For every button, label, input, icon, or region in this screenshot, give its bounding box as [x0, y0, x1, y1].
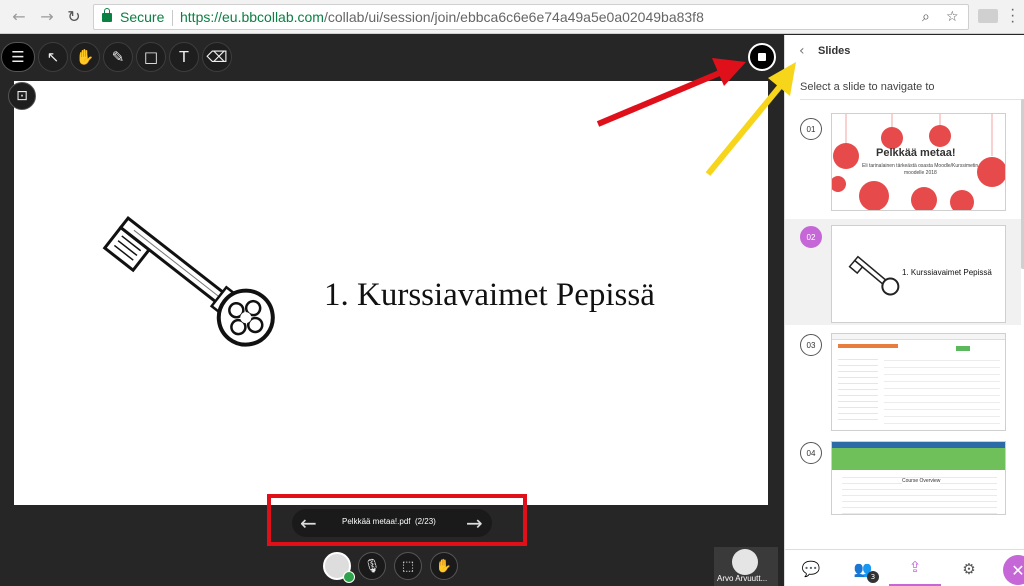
share-content-tab-icon[interactable]: ⇪	[889, 550, 941, 586]
url-path: /collab/ui/session/join/ebbca6c6e6e74a49…	[323, 9, 704, 25]
thumb-heading: Course Overview	[902, 478, 941, 484]
browser-menu-icon[interactable]: · · ·	[1010, 2, 1015, 30]
attendees-tab-icon[interactable]: 👥 3	[837, 550, 889, 586]
slide-list-item[interactable]: 04 Course Overview	[785, 435, 1021, 541]
participant-name: Arvo Arvuutt...	[717, 574, 768, 583]
stop-sharing-button[interactable]	[748, 43, 776, 71]
panel-tab-bar: 💬 👥 3 ⇪ ⚙ ✕	[785, 549, 1024, 586]
thumb-topbar	[832, 334, 1005, 340]
slide-thumbnail[interactable]: Pelkkää metaa! Eli tarinalainen tärkeäst…	[831, 113, 1006, 211]
url-divider	[172, 10, 173, 26]
key-illustration	[102, 215, 275, 347]
thumb-sidebar	[838, 354, 878, 424]
pan-hand-icon[interactable]: ✋	[70, 42, 100, 72]
reload-icon[interactable]: ↻	[63, 6, 85, 28]
address-bar[interactable]: Secure https://eu.bbcollab.com/collab/ui…	[93, 4, 969, 30]
slide-pager: ← Pelkkää metaa!.pdf (2/23) →	[292, 509, 492, 537]
camera-off-icon[interactable]: ⬚	[394, 552, 422, 580]
divider	[800, 99, 1022, 100]
pager-label: Pelkkää metaa!.pdf (2/23)	[342, 517, 436, 526]
bookmark-star-icon[interactable]: ☆	[946, 9, 959, 25]
page: ← → ↻ Secure https://eu.bbcollab.com/col…	[0, 0, 1024, 586]
select-pointer-icon[interactable]: ↖	[38, 42, 68, 72]
slide-number: 01	[800, 118, 822, 140]
secure-label: Secure	[120, 9, 165, 25]
settings-gear-icon[interactable]: ⚙	[943, 550, 995, 586]
thumb-heading: Pelkkää metaa!	[876, 147, 956, 159]
browser-toolbar: ← → ↻ Secure https://eu.bbcollab.com/col…	[0, 0, 1024, 34]
file-name: Pelkkää metaa!.pdf	[342, 517, 411, 526]
close-panel-icon[interactable]: ✕	[1003, 555, 1024, 585]
slide-list-item[interactable]: 03	[785, 327, 1021, 433]
chat-tab-icon[interactable]: 💬	[785, 550, 837, 586]
back-chevron-icon[interactable]: ‹	[799, 43, 805, 59]
shape-rectangle-icon[interactable]: □	[136, 42, 166, 72]
next-slide-arrow-icon[interactable]: →	[466, 511, 483, 535]
session-menu-icon[interactable]: ☰	[1, 42, 35, 72]
eraser-icon[interactable]: ⌫	[202, 42, 232, 72]
presentation-stage: ☰ ↖ ✋ ✎ □ T ⌫ ⊡ 1. Kurssiavaimet Pepissä…	[0, 35, 784, 586]
slide-thumbnail[interactable]: 1. Kurssiavaimet Pepissä	[831, 225, 1006, 323]
slide-thumbnail[interactable]	[831, 333, 1006, 431]
previous-slide-arrow-icon[interactable]: ←	[300, 511, 317, 535]
forward-arrow-icon[interactable]: →	[36, 6, 58, 28]
thumb-subheading: Eli tarinalainen tärkeästä osasta Moodle…	[862, 163, 979, 169]
thumb-subheading-2: moodelle 2018	[904, 170, 937, 176]
url-host: https://eu.bbcollab.com	[180, 9, 324, 25]
extension-icon[interactable]	[978, 9, 998, 23]
stop-icon	[758, 53, 766, 61]
thumb-key-icon	[848, 255, 900, 296]
lock-icon	[102, 8, 112, 22]
participant-avatar	[732, 549, 758, 575]
thumb-heading-bar	[838, 344, 898, 348]
thumb-banner	[832, 448, 1005, 470]
media-controls: 🎙 ⬚ ✋ Arvo Arvuutt...	[0, 547, 784, 586]
panel-header: ‹ Slides	[785, 35, 1024, 69]
slide-number: 04	[800, 442, 822, 464]
url-text[interactable]: https://eu.bbcollab.com/collab/ui/sessio…	[180, 9, 704, 25]
text-tool-icon[interactable]: T	[169, 42, 199, 72]
thumb-form	[884, 354, 1000, 424]
microphone-muted-icon[interactable]: 🎙	[358, 552, 386, 580]
slides-panel: ‹ Slides Select a slide to navigate to 0…	[784, 35, 1024, 586]
attendees-count-badge: 3	[867, 571, 879, 583]
page-indicator: (2/23)	[414, 517, 436, 526]
back-arrow-icon[interactable]: ←	[8, 6, 30, 28]
slide-thumbnail[interactable]: Course Overview	[831, 441, 1006, 515]
raise-hand-icon[interactable]: ✋	[430, 552, 458, 580]
panel-hint: Select a slide to navigate to	[800, 81, 935, 93]
slide-number: 03	[800, 334, 822, 356]
thumb-heading: 1. Kurssiavaimet Pepissä	[902, 268, 992, 277]
panel-title: Slides	[818, 45, 851, 57]
slide-title: 1. Kurssiavaimet Pepissä	[324, 277, 655, 313]
annotation-toolbar: ☰ ↖ ✋ ✎ □ T ⌫	[0, 35, 784, 77]
thumb-save-button	[956, 346, 970, 351]
slide-list-item[interactable]: 01 Pelkkää metaa! Eli tarinalainen tärke…	[785, 111, 1021, 217]
zoom-icon[interactable]: ⌕	[922, 9, 930, 25]
participant-video-tile[interactable]: Arvo Arvuutt...	[714, 547, 778, 586]
current-slide: 1. Kurssiavaimet Pepissä	[14, 81, 768, 505]
zoom-fit-icon[interactable]: ⊡	[8, 82, 36, 110]
status-check-icon	[343, 571, 355, 583]
slide-number: 02	[800, 226, 822, 248]
slide-list-item-active[interactable]: 02 1. Kurssiavaimet Pepissä	[785, 219, 1021, 325]
pencil-icon[interactable]: ✎	[103, 42, 133, 72]
